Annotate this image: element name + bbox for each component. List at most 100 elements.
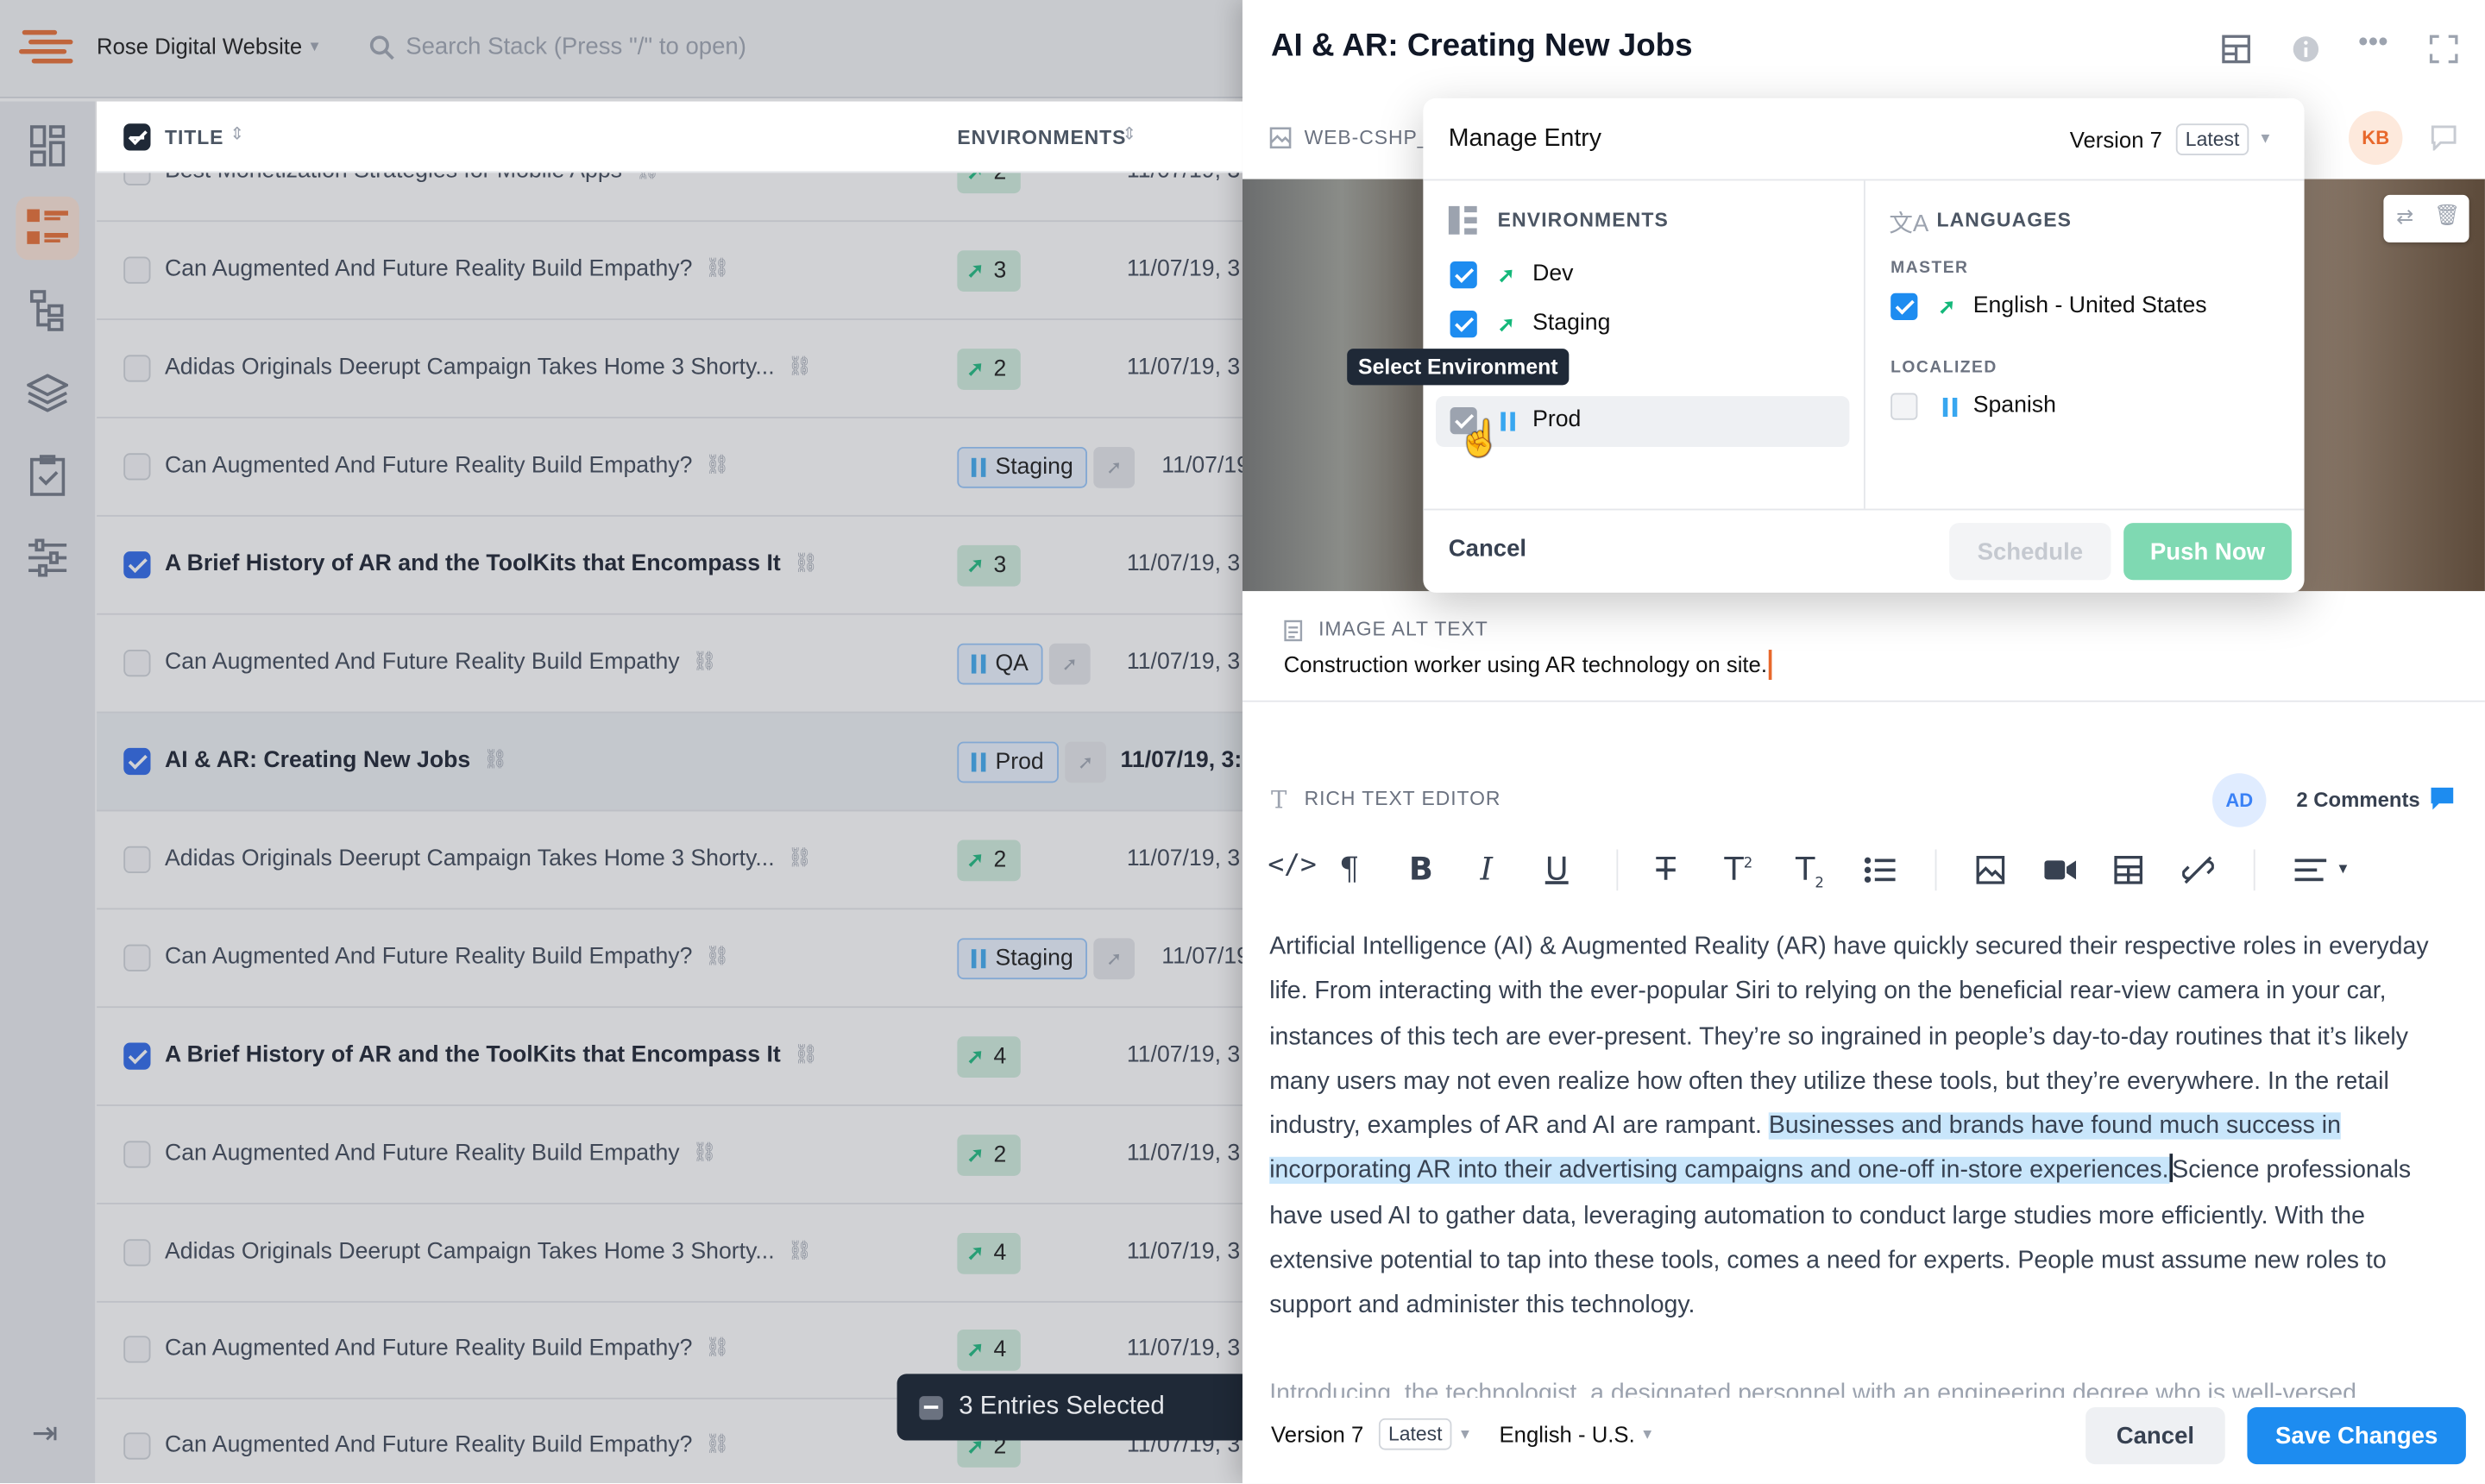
row-checkbox[interactable] — [123, 1432, 151, 1460]
row-title[interactable]: Can Augmented And Future Reality Build E… — [165, 1141, 680, 1166]
commenter-avatar[interactable]: AD — [2212, 773, 2267, 827]
table-row[interactable]: AI & AR: Creating New Jobs Prod ➚ 11/07/19,… — [97, 713, 1242, 812]
table-row[interactable]: Can Augmented And Future Reality Build E… — [97, 418, 1242, 517]
underline-icon[interactable]: U — [1545, 849, 1569, 887]
row-checkbox[interactable] — [123, 1141, 151, 1168]
link-icon[interactable]: ⛓ — [705, 257, 729, 280]
fullscreen-icon[interactable] — [2429, 35, 2458, 64]
bold-icon[interactable]: B — [1409, 849, 1433, 887]
deploy-rocket-icon[interactable]: ➚ — [1065, 741, 1107, 783]
chevron-down-icon[interactable]: ▼ — [2336, 860, 2350, 876]
row-checkbox[interactable] — [123, 650, 151, 677]
collapse-sidebar-icon[interactable]: ⇥ — [32, 1413, 59, 1453]
env-label-dev[interactable]: Dev — [1532, 261, 1573, 286]
version-dropdown-icon[interactable]: ▼ — [2258, 130, 2272, 146]
row-checkbox[interactable] — [123, 846, 151, 874]
insert-table-icon[interactable] — [2114, 856, 2143, 884]
modal-cancel-button[interactable]: Cancel — [1449, 536, 1526, 563]
table-row[interactable]: Can Augmented And Future Reality Build E… — [97, 222, 1242, 321]
environment-badge[interactable]: ➚2 — [957, 349, 1021, 390]
chevron-down-icon[interactable]: ▼ — [1640, 1426, 1654, 1442]
environment-badge[interactable]: ➚2 — [957, 839, 1021, 882]
workspace-selector[interactable]: Rose Digital Website — [97, 34, 302, 59]
chevron-down-icon[interactable]: ▼ — [307, 38, 321, 53]
table-row[interactable]: A Brief History of AR and the ToolKits t… — [97, 517, 1242, 615]
link-icon[interactable]: ⛓ — [788, 355, 812, 377]
environment-badge[interactable]: ➚ 4 — [957, 1232, 1021, 1274]
stack-logo-icon[interactable] — [19, 27, 79, 68]
table-row[interactable]: Can Augmented And Future Reality Build E… — [97, 909, 1242, 1009]
environments-column-header[interactable]: ENVIRONMENTS — [957, 127, 1126, 149]
link-icon[interactable]: ⛓ — [483, 748, 507, 770]
env-label-staging[interactable]: Staging — [1532, 311, 1610, 336]
link-icon[interactable]: ⛓ — [693, 1141, 717, 1163]
row-title[interactable]: Adidas Originals Deerupt Campaign Takes … — [165, 355, 775, 380]
save-changes-button[interactable]: Save Changes — [2247, 1406, 2466, 1465]
subscript-icon[interactable]: T2 — [1796, 849, 1824, 892]
env-checkbox-dev[interactable] — [1450, 261, 1477, 289]
tasks-clipboard-icon[interactable] — [16, 443, 79, 506]
code-icon[interactable]: </> — [1268, 849, 1316, 881]
lang-checkbox-spanish[interactable] — [1890, 393, 1918, 420]
delete-icon[interactable]: 🗑 — [2434, 203, 2460, 228]
language-selector[interactable]: English - U.S. — [1500, 1422, 1635, 1447]
rich-text-body[interactable]: Artificial Intelligence (AI) & Augmented… — [1269, 926, 2461, 1330]
link-icon[interactable]: ⛓ — [794, 1043, 818, 1066]
unlink-icon[interactable] — [2182, 854, 2214, 886]
cancel-button[interactable]: Cancel — [2086, 1406, 2225, 1465]
link-icon[interactable]: ⛓ — [705, 453, 729, 475]
environment-badge[interactable]: ➚ 4 — [957, 1329, 1021, 1371]
row-checkbox[interactable] — [123, 1239, 151, 1267]
row-title[interactable]: Can Augmented And Future Reality Build E… — [165, 1432, 692, 1457]
table-row[interactable]: Adidas Originals Deerupt Campaign Takes … — [97, 1204, 1242, 1303]
environment-badge[interactable]: Staging — [957, 446, 1088, 488]
link-icon[interactable]: ⛓ — [788, 1239, 812, 1261]
comment-bubble-icon[interactable] — [2430, 786, 2455, 811]
title-column-header[interactable]: TITLE — [165, 127, 223, 149]
link-icon[interactable]: ⛓ — [788, 846, 812, 869]
row-title[interactable]: Can Augmented And Future Reality Build E… — [165, 453, 692, 478]
select-all-checkbox[interactable] — [123, 123, 151, 151]
comments-count[interactable]: 2 Comments — [2296, 788, 2419, 812]
environment-badge[interactable]: Staging — [957, 938, 1088, 980]
row-title[interactable]: Can Augmented And Future Reality Build E… — [165, 650, 680, 675]
deploy-rocket-icon[interactable]: ➚ — [1048, 643, 1091, 685]
row-title[interactable]: Can Augmented And Future Reality Build E… — [165, 945, 692, 970]
env-label-prod[interactable]: Prod — [1532, 407, 1581, 432]
row-title[interactable]: Adidas Originals Deerupt Campaign Takes … — [165, 1239, 775, 1264]
table-row[interactable]: Can Augmented And Future Reality Build E… — [97, 615, 1242, 714]
bullet-list-icon[interactable] — [1864, 856, 1896, 884]
content-models-icon[interactable] — [16, 279, 79, 342]
settings-sliders-icon[interactable] — [16, 526, 79, 589]
schedule-button[interactable]: Schedule — [1949, 523, 2111, 581]
row-title[interactable]: AI & AR: Creating New Jobs — [165, 748, 470, 773]
sort-icon[interactable]: ⇕ — [1122, 123, 1136, 144]
link-icon[interactable]: ⛓ — [693, 650, 717, 672]
environment-badge[interactable]: ➚ 3 — [957, 544, 1021, 587]
dashboard-icon[interactable] — [16, 114, 79, 177]
superscript-icon[interactable]: T2 — [1724, 849, 1752, 887]
environment-badge[interactable]: ➚2 — [957, 1135, 1021, 1176]
align-left-icon[interactable] — [2294, 858, 2327, 883]
row-title[interactable]: Adidas Originals Deerupt Campaign Takes … — [165, 846, 775, 871]
link-icon[interactable]: ⛓ — [705, 1432, 729, 1455]
link-icon[interactable]: ⛓ — [794, 551, 818, 574]
row-title[interactable]: A Brief History of AR and the ToolKits t… — [165, 551, 781, 576]
deploy-rocket-icon[interactable]: ➚ — [1093, 446, 1136, 488]
deselect-icon[interactable] — [919, 1395, 943, 1419]
more-options-icon[interactable]: ••• — [2358, 25, 2388, 59]
alt-text-input[interactable]: Construction worker using AR technology … — [1284, 651, 1767, 676]
lang-checkbox-master[interactable] — [1890, 292, 1918, 321]
row-checkbox[interactable] — [123, 355, 151, 382]
environment-badge[interactable]: QA — [957, 643, 1043, 685]
strikethrough-icon[interactable]: T — [1656, 849, 1675, 887]
table-row[interactable]: Adidas Originals Deerupt Campaign Takes … — [97, 811, 1242, 910]
table-row[interactable]: A Brief History of AR and the ToolKits t… — [97, 1008, 1242, 1107]
row-title[interactable]: Can Augmented And Future Reality Build E… — [165, 257, 692, 282]
deploy-rocket-icon[interactable]: ➚ — [1093, 938, 1136, 980]
row-checkbox[interactable] — [123, 1042, 151, 1070]
italic-icon[interactable]: I — [1480, 849, 1493, 887]
version-dropdown-icon[interactable]: ▼ — [1458, 1426, 1472, 1442]
link-icon[interactable]: ⛓ — [705, 1336, 729, 1358]
link-icon[interactable]: ⛓ — [705, 945, 729, 967]
